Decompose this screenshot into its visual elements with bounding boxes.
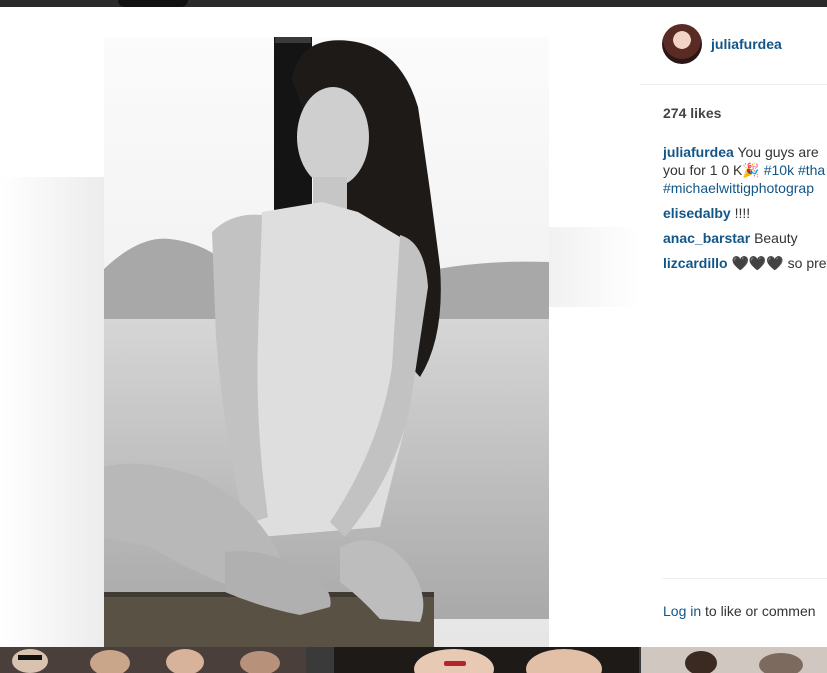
comment-item: lizcardillo 🖤🖤🖤 so pret: [663, 254, 827, 272]
post-header: juliafurdea: [640, 7, 827, 85]
login-link[interactable]: Log in: [663, 603, 701, 619]
caption-username-link[interactable]: juliafurdea: [663, 144, 734, 160]
party-popper-icon: 🎉: [742, 162, 760, 178]
comment-username-link[interactable]: anac_barstar: [663, 230, 750, 246]
comments-list: juliafurdea You guys are you for 1 0 K🎉 …: [663, 143, 827, 279]
caption-text-2: you for 1 0 K: [663, 162, 743, 178]
post-photo[interactable]: [0, 7, 640, 647]
photo-image: [0, 37, 640, 647]
avatar[interactable]: [662, 24, 702, 64]
feed-thumbnail: [0, 647, 306, 673]
caption-line-3: #michaelwittigphotograp: [663, 179, 827, 197]
comment-item: elisedalby !!!!: [663, 204, 827, 222]
feed-thumbnail: [641, 647, 827, 673]
comment-username-link[interactable]: lizcardillo: [663, 255, 728, 271]
caption-line-2: you for 1 0 K🎉 #10k #tha: [663, 161, 827, 179]
comment-text: !!!!: [734, 205, 751, 221]
login-prompt: Log in to like or commen: [663, 603, 816, 619]
header-username-link[interactable]: juliafurdea: [711, 36, 782, 52]
comment-text: Beauty: [754, 230, 798, 246]
caption-line-1: juliafurdea You guys are: [663, 143, 827, 161]
caption-text-1: You guys are: [737, 144, 819, 160]
comment-item: anac_barstar Beauty: [663, 229, 827, 247]
hashtag-link[interactable]: #tha: [798, 162, 825, 178]
post-sidebar: juliafurdea 274 likes juliafurdea You gu…: [640, 7, 827, 647]
post-modal: juliafurdea 274 likes juliafurdea You gu…: [0, 7, 827, 647]
likes-count[interactable]: 274 likes: [663, 105, 721, 121]
comment-username-link[interactable]: elisedalby: [663, 205, 731, 221]
footer-divider: [662, 578, 827, 579]
login-prompt-text: to like or commen: [705, 603, 816, 619]
hashtag-link[interactable]: #10k: [764, 162, 794, 178]
caption: juliafurdea You guys are you for 1 0 K🎉 …: [663, 143, 827, 197]
comment-text: 🖤🖤🖤 so pret: [731, 255, 827, 271]
background-avatar-fragment: [118, 0, 188, 7]
feed-thumbnail: [334, 647, 639, 673]
hashtag-link[interactable]: #michaelwittigphotograp: [663, 180, 814, 196]
